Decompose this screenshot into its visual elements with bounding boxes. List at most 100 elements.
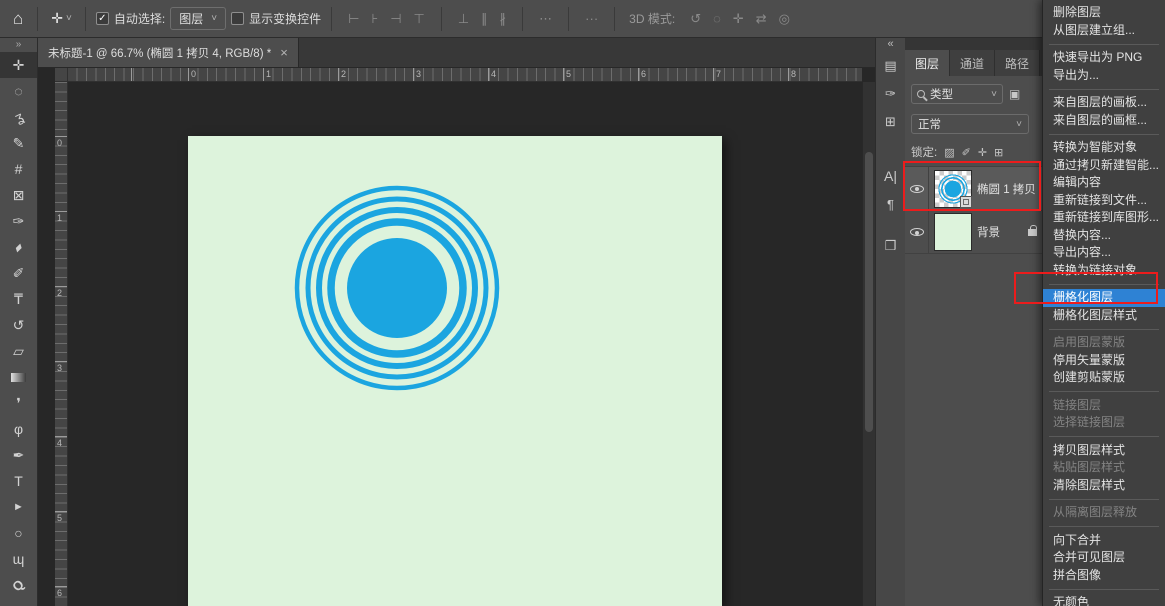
frame-tool[interactable]: ⊠: [0, 182, 37, 208]
document-tab[interactable]: 未标题-1 @ 66.7% (椭圆 1 拷贝 4, RGB/8) * ×: [38, 38, 299, 67]
ruler-number: 7: [716, 69, 721, 79]
blend-mode-dropdown[interactable]: 正常 ˅: [911, 114, 1029, 134]
layer-thumbnail[interactable]: [935, 214, 971, 250]
menu-item-rasterize-layer-style[interactable]: 栅格化图层样式: [1043, 307, 1165, 325]
menu-item-export-contents[interactable]: 导出内容...: [1043, 244, 1165, 262]
tab-路径[interactable]: 路径: [995, 50, 1040, 76]
layer-row-background[interactable]: 背景: [905, 210, 1042, 254]
align-right-edges-icon: ⊣: [384, 11, 407, 27]
eyedropper-tool[interactable]: ✑: [0, 208, 37, 234]
3d-panel-icon[interactable]: ❒: [876, 232, 905, 260]
menu-item-quick-export-png[interactable]: 快速导出为 PNG: [1043, 49, 1165, 67]
zoom-tool[interactable]: Q: [0, 572, 37, 598]
dodge-tool-icon: φ: [14, 421, 23, 437]
more-options-icon[interactable]: ···: [579, 11, 604, 26]
panels-collapse-icon[interactable]: «: [876, 38, 905, 52]
horizontal-ruler[interactable]: 012345678: [55, 68, 862, 82]
clone-stamp-tool[interactable]: ₸: [0, 286, 37, 312]
menu-separator: [1049, 436, 1159, 437]
align-bottom-edges-icon: ⊥: [452, 11, 475, 27]
healing-brush-tool[interactable]: ▰: [0, 234, 37, 260]
dodge-tool[interactable]: φ: [0, 416, 37, 442]
current-tool-preset[interactable]: ✛ ˅: [48, 10, 75, 27]
3d-pan-icon: ✛: [727, 11, 750, 27]
menu-item-disable-vector-mask[interactable]: 停用矢量蒙版: [1043, 352, 1165, 370]
frame-tool-icon: ⊠: [13, 187, 25, 204]
crop-tool[interactable]: #: [0, 156, 37, 182]
menu-item-clear-layer-style[interactable]: 清除图层样式: [1043, 477, 1165, 495]
brush-settings-panel-icon[interactable]: ✑: [876, 80, 905, 108]
pen-tool[interactable]: ✒: [0, 442, 37, 468]
menu-item-group-from-layers[interactable]: 从图层建立组...: [1043, 22, 1165, 40]
menu-item-relink-to-library-graphic[interactable]: 重新链接到库图形...: [1043, 209, 1165, 227]
ruler-number: 0: [191, 69, 196, 79]
tab-图层[interactable]: 图层: [905, 50, 950, 76]
menu-item-paste-layer-style: 粘贴图层样式: [1043, 459, 1165, 477]
menu-item-relink-to-file[interactable]: 重新链接到文件...: [1043, 192, 1165, 210]
tab-通道[interactable]: 通道: [950, 50, 995, 76]
lock-position-icon[interactable]: ✛: [978, 146, 987, 159]
menu-item-merge-down[interactable]: 向下合并: [1043, 532, 1165, 550]
libraries-panel-icon[interactable]: ⊞: [876, 108, 905, 136]
quick-selection-tool[interactable]: ✎: [0, 130, 37, 156]
move-tool[interactable]: ✛: [0, 52, 37, 78]
canvas[interactable]: [188, 136, 722, 606]
divider: [85, 7, 86, 31]
eraser-tool[interactable]: ▱: [0, 338, 37, 364]
menu-item-enable-layer-mask: 启用图层蒙版: [1043, 334, 1165, 352]
lasso-tool[interactable]: ʓ: [0, 104, 37, 130]
menu-item-flatten-image[interactable]: 拼合图像: [1043, 567, 1165, 585]
ellipse-tool[interactable]: ○: [0, 520, 37, 546]
divider: [614, 7, 615, 31]
show-transform-checkbox[interactable]: 显示变换控件: [231, 10, 321, 27]
history-panel-icon[interactable]: ▤: [876, 52, 905, 80]
menu-item-edit-contents[interactable]: 编辑内容: [1043, 174, 1165, 192]
layer-thumbnail[interactable]: [935, 171, 971, 207]
visibility-toggle[interactable]: [905, 167, 929, 210]
chevron-down-icon: ˅: [1016, 119, 1022, 130]
menu-item-merge-visible[interactable]: 合并可见图层: [1043, 549, 1165, 567]
panel-tabs: 图层通道路径: [905, 38, 1042, 76]
scrollbar-thumb[interactable]: [865, 152, 873, 432]
menu-item-delete-layer[interactable]: 删除图层: [1043, 4, 1165, 22]
menu-item-export-as[interactable]: 导出为...: [1043, 67, 1165, 85]
tab-close-icon[interactable]: ×: [280, 45, 288, 60]
layer-name[interactable]: 背景: [977, 224, 1000, 240]
menu-item-new-smart-object-via-copy[interactable]: 通过拷贝新建智能...: [1043, 157, 1165, 175]
gradient-tool[interactable]: [0, 364, 37, 390]
layer-name[interactable]: 椭圆 1 拷贝: [977, 181, 1036, 197]
lock-pixels-icon[interactable]: ✐: [962, 146, 971, 159]
brush-tool[interactable]: ✐: [0, 260, 37, 286]
hand-tool[interactable]: ɰ: [0, 546, 37, 572]
lock-transparency-icon[interactable]: ▨: [944, 146, 954, 159]
menu-item-artboard-from-layers[interactable]: 来自图层的画板...: [1043, 94, 1165, 112]
filter-kind-image-icon[interactable]: ▣: [1009, 87, 1020, 101]
lock-icon: [1028, 229, 1037, 236]
menu-item-no-color[interactable]: 无颜色: [1043, 594, 1165, 606]
auto-select-target-dropdown[interactable]: 图层 ˅: [170, 7, 226, 30]
menu-item-frame-from-layers[interactable]: 来自图层的画框...: [1043, 112, 1165, 130]
menu-item-replace-contents[interactable]: 替换内容...: [1043, 227, 1165, 245]
elliptical-marquee-tool[interactable]: ◌: [0, 78, 37, 104]
menu-item-convert-to-linked[interactable]: 转换为链接对象...: [1043, 262, 1165, 280]
menu-item-rasterize-layer[interactable]: 栅格化图层: [1043, 289, 1165, 307]
menu-item-copy-layer-style[interactable]: 拷贝图层样式: [1043, 442, 1165, 460]
layer-filter-dropdown[interactable]: 类型 ˅: [911, 84, 1003, 104]
blur-tool[interactable]: ❜: [0, 390, 37, 416]
history-brush-tool[interactable]: ↺: [0, 312, 37, 338]
lock-artboard-icon[interactable]: ⊞: [994, 146, 1003, 159]
healing-brush-tool-icon: ▰: [11, 239, 26, 254]
vertical-scrollbar[interactable]: [862, 82, 875, 606]
visibility-toggle[interactable]: [905, 211, 929, 253]
character-panel-icon[interactable]: A|: [876, 162, 905, 190]
type-tool[interactable]: T: [0, 468, 37, 494]
path-selection-tool[interactable]: ►: [0, 494, 37, 520]
home-icon[interactable]: ⌂: [9, 9, 27, 29]
menu-item-create-clipping-mask[interactable]: 创建剪贴蒙版: [1043, 369, 1165, 387]
auto-select-checkbox[interactable]: ✓ 自动选择:: [96, 10, 165, 27]
vertical-ruler[interactable]: 0123456: [55, 82, 68, 606]
paragraph-panel-icon[interactable]: ¶: [876, 190, 905, 218]
tools-collapse-icon[interactable]: »: [0, 38, 37, 52]
layer-row-ellipse-copy[interactable]: 椭圆 1 拷贝: [905, 166, 1042, 210]
menu-item-convert-to-smart-object[interactable]: 转换为智能对象: [1043, 139, 1165, 157]
